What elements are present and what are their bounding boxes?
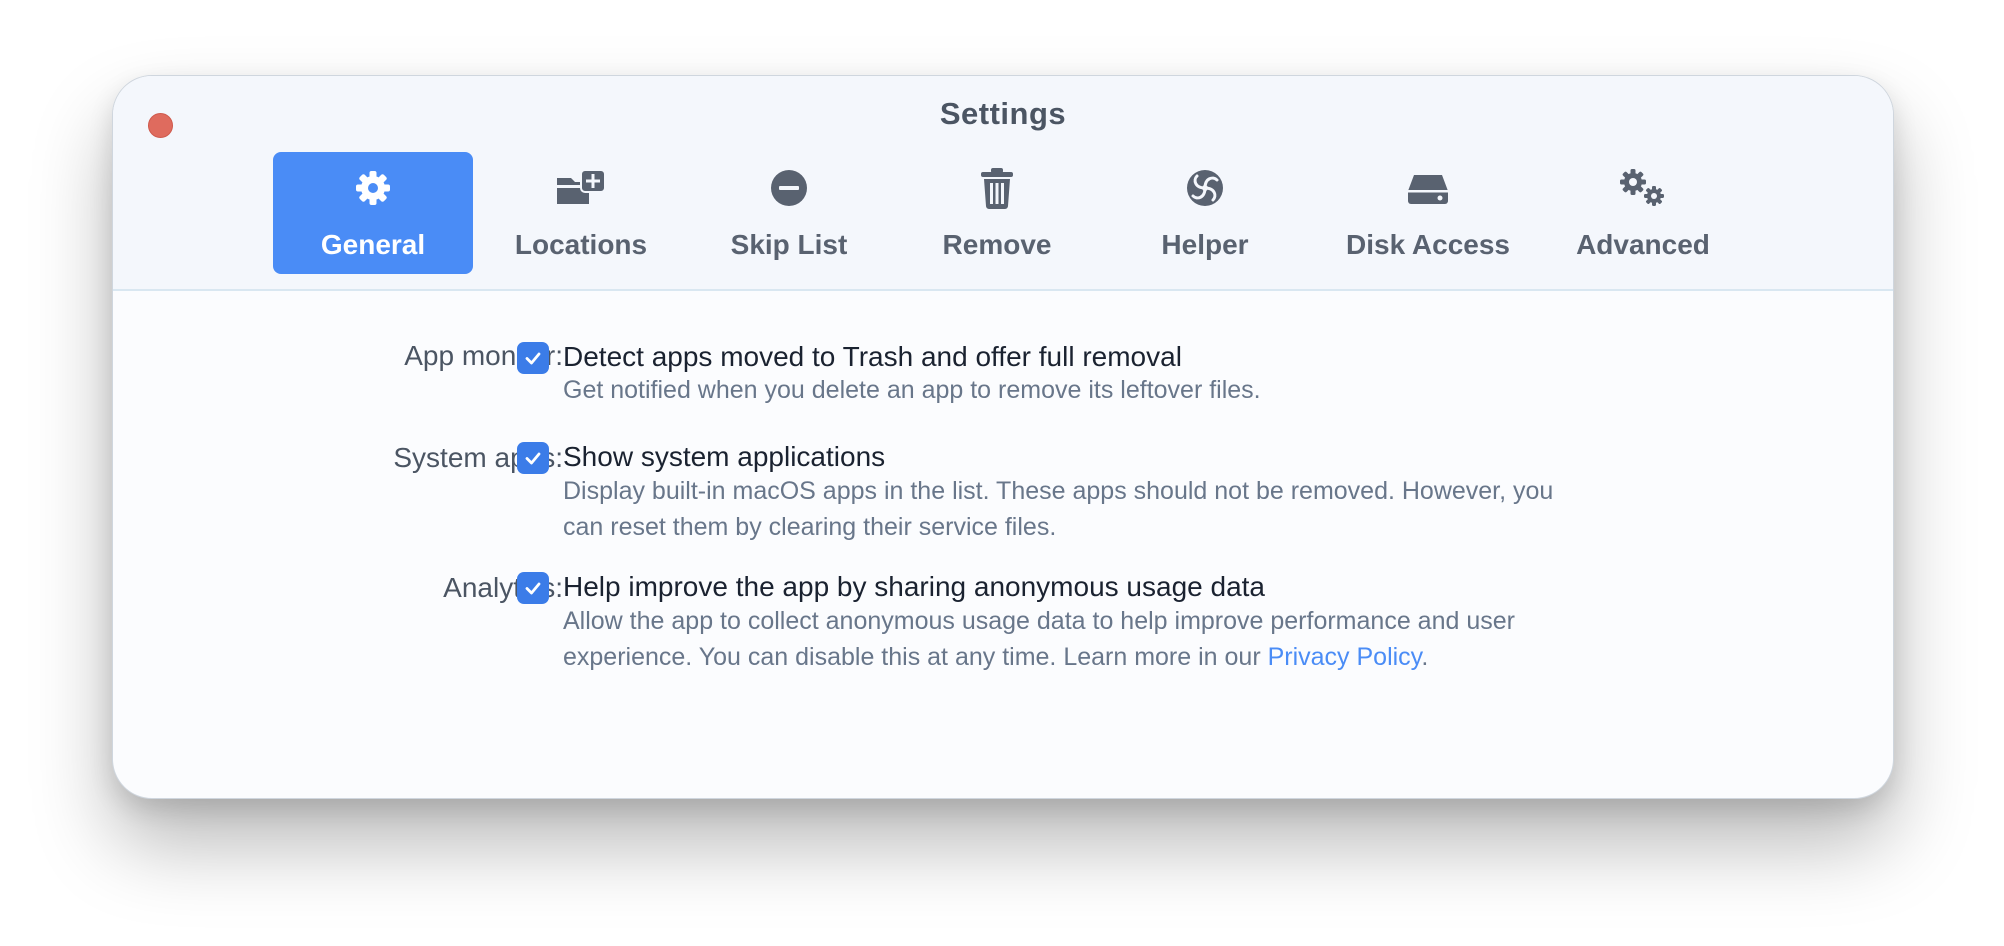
tab-general[interactable]: General xyxy=(273,152,473,274)
checkmark-icon xyxy=(525,352,541,365)
tab-helper[interactable]: Helper xyxy=(1105,152,1305,274)
analytics-description: Allow the app to collect anonymous usage… xyxy=(563,603,1713,675)
system-apps-description: Display built-in macOS apps in the list.… xyxy=(563,473,1713,545)
tab-locations[interactable]: Locations xyxy=(481,152,681,274)
gear-icon xyxy=(273,166,473,210)
tab-advanced[interactable]: Advanced xyxy=(1543,152,1743,274)
system-apps-option-title: Show system applications xyxy=(563,441,886,472)
disk-drive-icon xyxy=(1313,166,1543,210)
checkmark-icon xyxy=(525,452,541,465)
checkmark-icon xyxy=(525,582,541,595)
tab-disk-access-label: Disk Access xyxy=(1346,229,1510,260)
tab-locations-label: Locations xyxy=(514,229,648,260)
tab-helper-label: Helper xyxy=(1161,229,1249,260)
helper-swirl-icon xyxy=(1105,166,1305,210)
tab-advanced-label: Advanced xyxy=(1576,229,1710,260)
analytics-checkbox[interactable] xyxy=(517,572,549,604)
analytics-description-line2: experience. You can disable this at any … xyxy=(563,639,1713,675)
app-monitor-description: Get notified when you delete an app to r… xyxy=(563,376,1261,404)
tab-remove[interactable]: Remove xyxy=(897,152,1097,274)
tab-general-label: General xyxy=(320,229,426,260)
system-apps-description-line1: Display built-in macOS apps in the list.… xyxy=(563,477,1554,505)
folder-plus-icon xyxy=(481,166,681,210)
app-monitor-option-title: Detect apps moved to Trash and offer ful… xyxy=(563,341,1182,372)
privacy-policy-link[interactable]: Privacy Policy xyxy=(1268,643,1422,671)
tab-disk-access[interactable]: Disk Access xyxy=(1313,152,1543,274)
analytics-option-title: Help improve the app by sharing anonymou… xyxy=(563,571,1265,602)
window-title: Settings xyxy=(939,96,1067,131)
app-monitor-checkbox[interactable] xyxy=(517,342,549,374)
tab-skip-list-label: Skip List xyxy=(730,229,848,260)
trash-icon xyxy=(897,166,1097,210)
analytics-description-line1: Allow the app to collect anonymous usage… xyxy=(563,607,1515,635)
minus-circle-icon xyxy=(689,166,889,210)
analytics-description-suffix: . xyxy=(1421,643,1429,671)
tab-remove-label: Remove xyxy=(942,229,1052,260)
system-apps-description-line2: can reset them by clearing their service… xyxy=(563,513,1057,541)
gears-icon xyxy=(1543,166,1743,210)
toolbar: Settings General Locations Skip List Rem… xyxy=(113,76,1893,291)
settings-window: Settings General Locations Skip List Rem… xyxy=(112,75,1894,799)
tab-skip-list[interactable]: Skip List xyxy=(689,152,889,274)
system-apps-checkbox[interactable] xyxy=(517,442,549,474)
analytics-description-prefix: experience. You can disable this at any … xyxy=(563,643,1268,671)
